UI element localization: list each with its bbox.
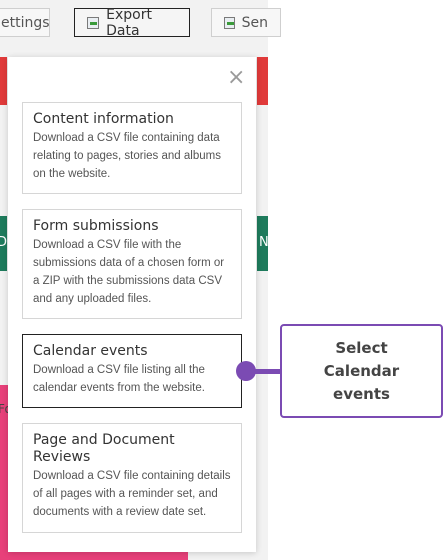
option-content-information[interactable]: Content information Download a CSV file … [22, 102, 242, 194]
app-background-right [268, 0, 446, 560]
option-form-submissions[interactable]: Form submissions Download a CSV file wit… [22, 209, 242, 319]
export-icon [87, 16, 100, 29]
send-button[interactable]: Sen [211, 8, 281, 37]
green-tile-right-text: N [259, 235, 269, 250]
send-button-label: Sen [241, 14, 268, 31]
settings-button-label: ettings [1, 14, 50, 31]
green-tile-right: N [257, 216, 269, 271]
send-icon [224, 16, 235, 29]
option-description: Download a CSV file containing data rela… [33, 132, 221, 180]
red-tile-right [257, 57, 268, 105]
option-title: Content information [33, 111, 174, 127]
green-tile-left: D [0, 216, 7, 271]
close-icon[interactable]: × [227, 67, 245, 89]
callout-dot [236, 361, 256, 381]
option-title: Calendar events [33, 343, 148, 359]
callout-text: Select Calendar events [323, 338, 400, 403]
option-page-document-reviews[interactable]: Page and Document Reviews Download a CSV… [22, 423, 242, 533]
red-tile-left [0, 57, 7, 105]
option-description: Download a CSV file listing all the cale… [33, 364, 205, 394]
option-title: Page and Document Reviews [33, 432, 175, 465]
export-data-button-label: Export Data [106, 6, 152, 39]
option-calendar-events[interactable]: Calendar events Download a CSV file list… [22, 334, 242, 408]
option-description: Download a CSV file with the submissions… [33, 239, 225, 305]
option-title: Form submissions [33, 218, 159, 234]
option-description: Download a CSV file containing details o… [33, 470, 231, 518]
green-tile-left-text: D [0, 235, 8, 250]
callout-box: Select Calendar events [280, 324, 443, 418]
settings-button[interactable]: ettings [0, 8, 50, 37]
export-data-button[interactable]: Export Data [74, 6, 190, 39]
